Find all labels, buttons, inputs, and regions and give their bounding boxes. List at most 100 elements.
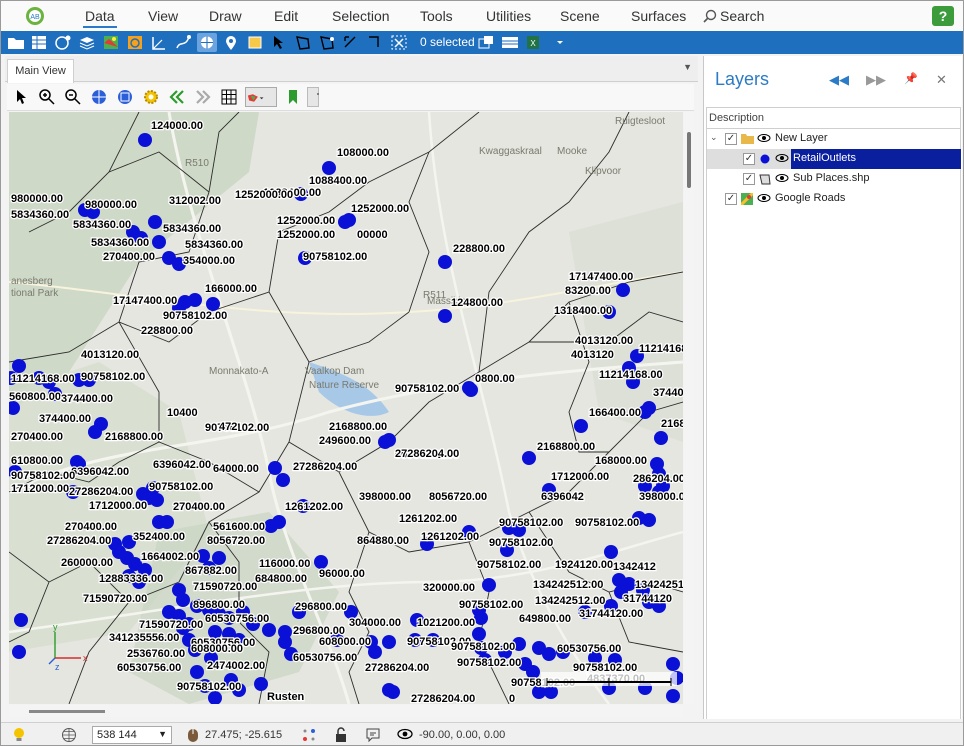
scrollbar-thumb[interactable]	[29, 710, 105, 713]
retail-outlet-point[interactable]	[138, 133, 152, 147]
retail-outlet-point[interactable]	[88, 425, 102, 439]
layer-visibility-checkbox[interactable]: ✓	[725, 193, 737, 205]
eye-icon[interactable]	[775, 152, 789, 164]
map-scale-combo[interactable]: 538 144 ▼	[92, 726, 172, 744]
retail-outlet-point[interactable]	[276, 473, 290, 487]
select-vertex-icon[interactable]	[341, 33, 361, 52]
retail-outlet-point[interactable]	[176, 593, 190, 607]
menu-selection[interactable]: Selection	[332, 8, 390, 24]
retail-outlet-point[interactable]	[268, 461, 282, 475]
gps-track-icon[interactable]	[173, 33, 193, 52]
retail-outlet-point[interactable]	[574, 419, 588, 433]
zoom-extent-globe-icon[interactable]	[89, 87, 109, 107]
retail-outlet-point[interactable]	[12, 645, 26, 659]
retail-outlet-point[interactable]	[666, 689, 680, 703]
layer-row-google-roads[interactable]: ✓ Google Roads	[707, 189, 960, 209]
retail-outlet-point[interactable]	[262, 623, 276, 637]
help-button[interactable]: ?	[932, 6, 954, 26]
select-line-icon[interactable]	[365, 33, 385, 52]
retail-outlet-point[interactable]	[152, 235, 166, 249]
menu-utilities[interactable]: Utilities	[486, 8, 531, 24]
snap-points-icon[interactable]	[301, 727, 317, 743]
clear-selection-icon[interactable]	[389, 33, 409, 52]
retail-outlet-point[interactable]	[148, 215, 162, 229]
select-arrow-icon[interactable]	[269, 33, 289, 52]
retail-outlet-point[interactable]	[438, 255, 452, 269]
open-folder-icon[interactable]	[6, 33, 26, 52]
retail-outlet-point[interactable]	[462, 381, 476, 395]
retail-outlet-point[interactable]	[206, 297, 220, 311]
retail-outlet-point[interactable]	[160, 515, 174, 529]
retail-outlet-point[interactable]	[338, 215, 352, 229]
menu-edit[interactable]: Edit	[274, 8, 298, 24]
map-canvas[interactable]: RuigteslootKwaggaskraal MookeKlipvoorMass…	[9, 112, 683, 704]
retail-outlet-point[interactable]	[382, 635, 396, 649]
toolbar-overflow-icon[interactable]	[550, 33, 570, 52]
retail-outlet-point[interactable]	[542, 647, 556, 661]
retail-outlet-point[interactable]	[666, 657, 680, 671]
zoom-to-selection-icon[interactable]	[476, 33, 496, 52]
retail-outlet-point[interactable]	[322, 161, 336, 175]
retail-outlet-point[interactable]	[474, 611, 488, 625]
layer-row-new-layer[interactable]: ⌄ ✓ New Layer	[707, 129, 960, 149]
layer-visibility-checkbox[interactable]: ✓	[725, 133, 737, 145]
chevron-down-icon[interactable]: ▼	[158, 729, 167, 739]
menu-search[interactable]: Search	[720, 8, 764, 24]
select-rectangle-icon[interactable]	[245, 33, 265, 52]
eye-icon[interactable]	[757, 192, 771, 204]
basemap-dropdown[interactable]	[245, 87, 277, 107]
retail-outlet-point[interactable]	[616, 283, 630, 297]
tab-main-view[interactable]: Main View	[7, 59, 74, 83]
table-view-icon[interactable]	[29, 33, 49, 52]
scrollbar-thumb[interactable]	[687, 132, 691, 188]
measure-angle-icon[interactable]	[149, 33, 169, 52]
menu-data[interactable]: Data	[83, 8, 117, 28]
grid-icon[interactable]	[219, 87, 239, 107]
menu-tools[interactable]: Tools	[420, 8, 453, 24]
map-pin-icon[interactable]	[221, 33, 241, 52]
retail-outlet-point[interactable]	[212, 551, 226, 565]
zoom-out-icon[interactable]	[63, 87, 83, 107]
retail-outlet-point[interactable]	[654, 431, 668, 445]
zoom-layer-globe-icon[interactable]	[115, 87, 135, 107]
select-node-icon[interactable]	[317, 33, 337, 52]
retail-outlet-point[interactable]	[264, 519, 278, 533]
settings-gear-icon[interactable]	[141, 87, 161, 107]
search-icon[interactable]	[703, 9, 717, 23]
retail-outlet-point[interactable]	[190, 665, 204, 679]
menu-scene[interactable]: Scene	[560, 8, 600, 24]
lock-icon[interactable]	[335, 727, 349, 743]
layer-visibility-checkbox[interactable]: ✓	[743, 153, 755, 165]
retail-outlet-point[interactable]	[386, 685, 400, 699]
expand-right-icon[interactable]: ▶▶	[866, 72, 886, 88]
menu-view[interactable]: View	[148, 8, 178, 24]
previous-extent-icon[interactable]	[167, 87, 187, 107]
menu-draw[interactable]: Draw	[209, 8, 242, 24]
tile-layer-icon[interactable]	[125, 33, 145, 52]
export-excel-icon[interactable]: X	[524, 33, 544, 52]
retail-outlet-point[interactable]	[604, 545, 618, 559]
eye-icon[interactable]	[757, 132, 771, 144]
zoom-in-icon[interactable]	[37, 87, 57, 107]
retail-outlet-point[interactable]	[482, 578, 496, 592]
retail-outlet-point[interactable]	[522, 451, 536, 465]
map-horizontal-scrollbar[interactable]	[9, 705, 683, 717]
retail-outlet-point[interactable]	[150, 493, 164, 507]
collapse-left-icon[interactable]: ◀◀	[829, 72, 849, 88]
globe-settings-icon[interactable]	[53, 33, 73, 52]
eye-icon[interactable]	[775, 172, 789, 184]
retail-outlet-point[interactable]	[378, 435, 392, 449]
bookmark-icon[interactable]	[283, 87, 303, 107]
retail-outlet-point[interactable]	[472, 627, 486, 641]
layers-stack-icon[interactable]	[77, 33, 97, 52]
retail-outlet-point[interactable]	[12, 359, 26, 373]
comment-icon[interactable]	[365, 727, 381, 743]
menu-surfaces[interactable]: Surfaces	[631, 8, 686, 24]
collapse-chevron-icon[interactable]: ⌄	[710, 132, 718, 143]
close-icon[interactable]: ✕	[936, 72, 947, 88]
retail-outlet-point[interactable]	[314, 555, 328, 569]
layer-visibility-checkbox[interactable]: ✓	[743, 173, 755, 185]
retail-outlet-point[interactable]	[438, 309, 452, 323]
pointer-icon[interactable]	[11, 87, 31, 107]
lightbulb-icon[interactable]	[12, 727, 26, 743]
